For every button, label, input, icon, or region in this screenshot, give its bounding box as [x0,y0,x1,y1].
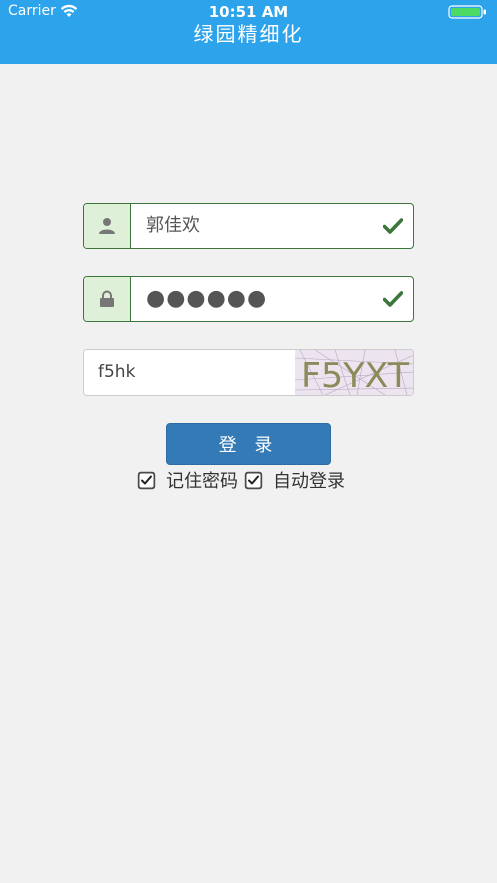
login-button[interactable]: 登 录 [166,423,331,465]
password-addon [84,277,131,321]
check-icon [383,291,403,307]
username-addon [84,204,131,248]
password-field[interactable]: ●●●●●● [83,276,414,322]
app-header: Carrier 10:51 AM 绿园精细化 [0,0,497,64]
page-title: 绿园精细化 [193,22,304,46]
login-options: 记住密码 自动登录 [137,468,351,492]
auto-login-checkbox[interactable] [244,471,263,490]
battery-icon [448,5,486,19]
username-input[interactable]: 郭佳欢 [132,204,372,248]
captcha-image[interactable]: F5YXT [295,350,414,395]
captcha-input[interactable]: f5hk [84,350,295,395]
remember-password-label: 记住密码 [166,471,238,492]
remember-password-checkbox[interactable] [137,471,156,490]
username-field[interactable]: 郭佳欢 [83,203,414,249]
check-icon [383,218,403,234]
captcha-field: f5hk F5YXT [83,349,414,396]
lock-icon [100,290,114,307]
captcha-text: F5YXT [301,356,409,395]
auto-login-label: 自动登录 [273,471,345,492]
password-input[interactable]: ●●●●●● [132,277,372,321]
user-icon [99,218,115,234]
